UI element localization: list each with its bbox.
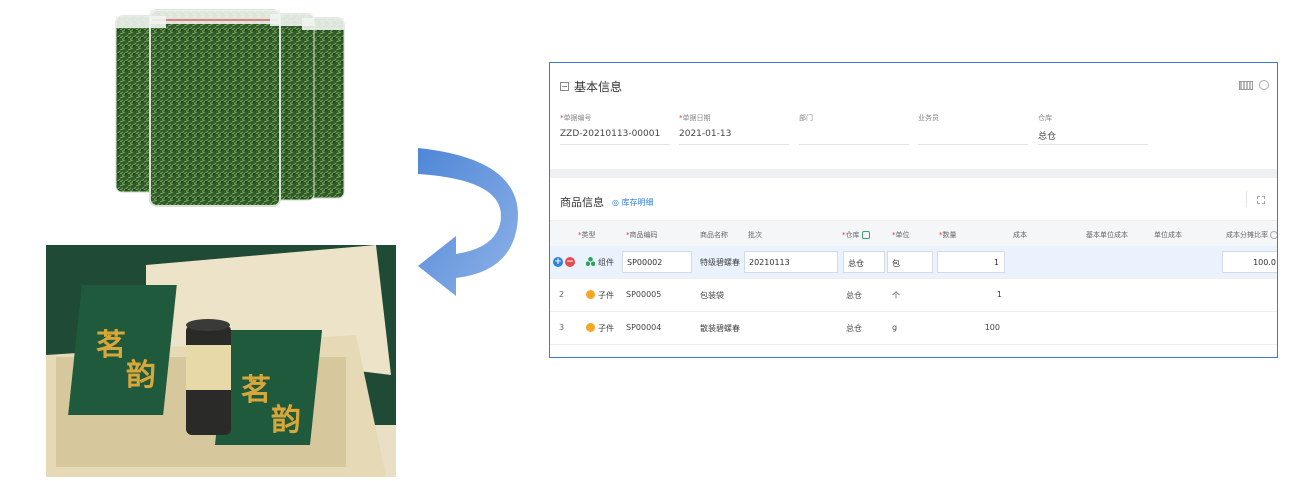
col-name: 商品名称 (700, 231, 728, 239)
expand-icon[interactable] (1257, 196, 1265, 204)
col-qty: *数量 (939, 231, 957, 239)
gear-icon[interactable] (1259, 80, 1269, 90)
col-type: *类型 (578, 231, 596, 239)
cell-qty: 100 (984, 323, 1000, 332)
field-doc-number[interactable]: *单据编号 ZZD-20210113-00001 (560, 113, 670, 145)
collapse-icon[interactable] (560, 82, 569, 91)
component-icon (586, 257, 595, 266)
cell-unit: 个 (892, 291, 900, 300)
tea-bags-photo (115, 9, 345, 207)
cell-code: SP00005 (626, 290, 662, 299)
col-unit: *单位 (892, 231, 910, 239)
gear-icon[interactable] (1270, 231, 1277, 239)
goods-info-title: 商品信息 (560, 196, 604, 209)
stock-detail-link[interactable]: ◎ 库存明细 (612, 197, 654, 208)
field-salesperson[interactable]: 业务员 (918, 113, 1028, 145)
tea-gift-box-photo: 茗 韵 茗 韵 (46, 245, 396, 477)
field-warehouse[interactable]: 仓库 总仓 (1038, 113, 1148, 145)
col-base-unit-cost: 基本单位成本 (1086, 231, 1128, 239)
cell-name: 散装碧螺春 (700, 324, 740, 333)
row-number: 2 (559, 290, 565, 299)
row-number: 3 (559, 323, 565, 332)
check-icon[interactable] (861, 231, 870, 239)
input-cost-ratio[interactable]: 100.0 (1222, 251, 1277, 273)
svg-text:茗: 茗 (241, 373, 271, 408)
cell-type: 组件 (598, 258, 614, 267)
remove-row-icon[interactable]: − (565, 257, 575, 267)
cell-name: 包装袋 (700, 291, 724, 300)
field-department[interactable]: 部门 (799, 113, 909, 145)
cell-qty: 1 (996, 290, 1002, 299)
col-code: *商品编码 (626, 231, 658, 239)
cell-warehouse: 总仓 (846, 291, 862, 300)
table-row[interactable]: + − 组件 SP00002 特级碧螺春 20210113 总仓 包 1 100… (550, 246, 1277, 279)
cell-warehouse: 总仓 (846, 324, 862, 333)
input-warehouse[interactable]: 总仓 (843, 251, 885, 273)
col-cost-ratio: 成本分摊比率 (1226, 230, 1277, 240)
svg-text:茗: 茗 (96, 328, 126, 363)
child-part-icon (586, 290, 595, 299)
input-batch[interactable]: 20210113 (744, 251, 838, 273)
field-doc-date[interactable]: *单据日期 2021-01-13 (679, 113, 789, 145)
col-batch: 批次 (748, 231, 762, 239)
cell-type: 子件 (598, 291, 614, 300)
goods-info-header: 商品信息 ◎ 库存明细 (560, 194, 654, 210)
table-row[interactable]: 2 子件 SP00005 包装袋 总仓 个 1 (550, 279, 1277, 312)
child-part-icon (586, 323, 595, 332)
input-code[interactable]: SP00002 (622, 251, 692, 273)
col-warehouse: *仓库 (842, 230, 870, 240)
cell-unit: g (892, 323, 898, 332)
add-row-icon[interactable]: + (553, 257, 563, 267)
document-form-panel: 基本信息 *单据编号 ZZD-20210113-00001 *单据日期 2021… (549, 62, 1278, 358)
table-row[interactable]: 3 子件 SP00004 散装碧螺春 总仓 g 100 (550, 312, 1277, 345)
curved-arrow-icon (418, 148, 518, 296)
goods-table-header: *类型 *商品编码 商品名称 批次 *仓库 *单位 *数量 成本 基本单位成本 … (550, 220, 1277, 246)
section-divider (550, 169, 1277, 178)
keyboard-icon[interactable] (1239, 80, 1253, 90)
svg-text:韵: 韵 (271, 403, 301, 438)
input-qty[interactable]: 1 (937, 251, 1005, 273)
input-unit[interactable]: 包 (887, 251, 933, 273)
col-cost: 成本 (1013, 231, 1027, 239)
basic-info-title: 基本信息 (574, 80, 623, 94)
basic-info-header: 基本信息 (560, 78, 622, 95)
cell-code: SP00004 (626, 323, 662, 332)
svg-text:韵: 韵 (126, 358, 156, 393)
col-unit-cost: 单位成本 (1154, 231, 1182, 239)
cell-type: 子件 (598, 324, 614, 333)
cell-name: 特级碧螺春 (700, 258, 740, 267)
